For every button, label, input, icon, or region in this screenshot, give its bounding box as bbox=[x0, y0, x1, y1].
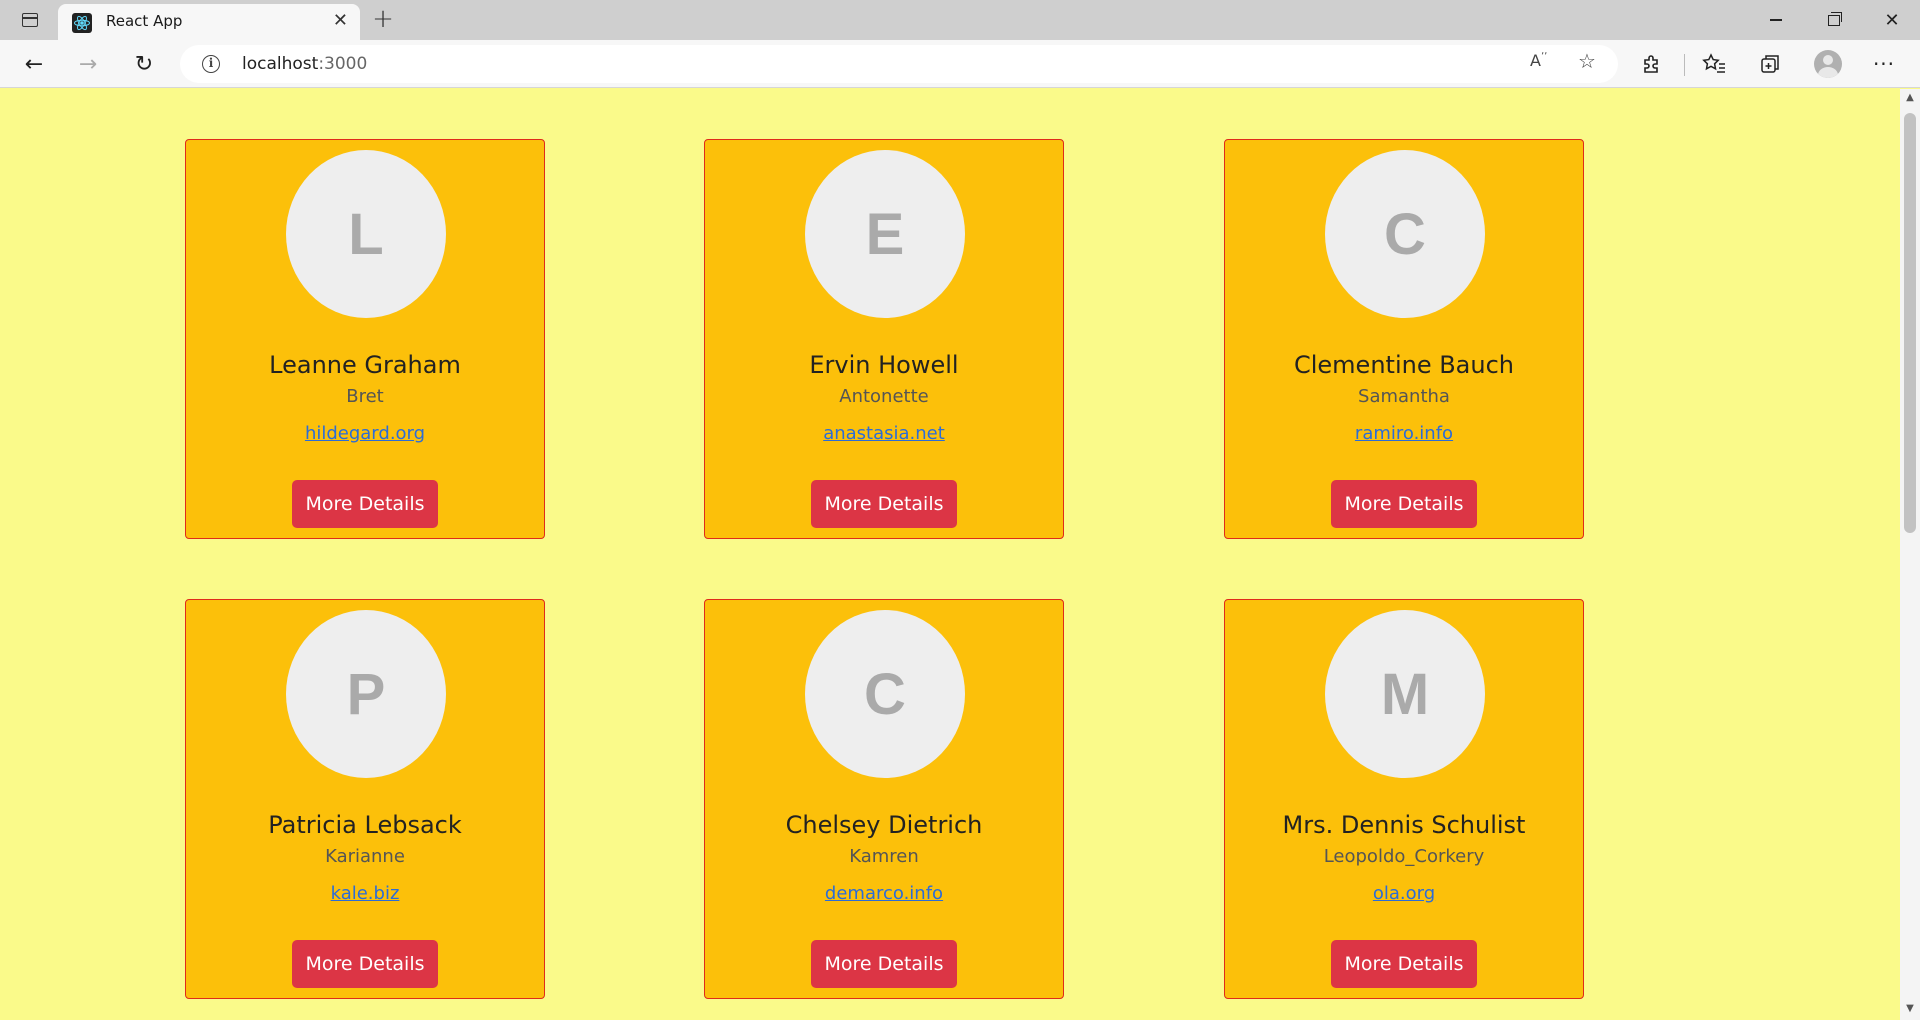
add-favorite-icon[interactable]: ☆ bbox=[1578, 49, 1596, 73]
extensions-icon[interactable] bbox=[1634, 46, 1670, 82]
avatar-initial: L bbox=[348, 201, 384, 267]
avatar-initial: C bbox=[864, 661, 906, 727]
avatar: E bbox=[805, 150, 965, 318]
user-card: E Ervin Howell Antonette anastasia.net M… bbox=[704, 139, 1064, 539]
tab-close-icon[interactable]: ✕ bbox=[333, 10, 348, 31]
user-username: Leopoldo_Corkery bbox=[1323, 846, 1485, 867]
vertical-scrollbar[interactable]: ▲ ▼ bbox=[1900, 89, 1920, 1020]
user-website-link[interactable]: hildegard.org bbox=[186, 423, 544, 444]
avatar: C bbox=[805, 610, 965, 778]
user-card: M Mrs. Dennis Schulist Leopoldo_Corkery … bbox=[1224, 599, 1584, 999]
browser-tab[interactable]: React App ✕ bbox=[58, 4, 360, 40]
user-card: C Clementine Bauch Samantha ramiro.info … bbox=[1224, 139, 1584, 539]
more-details-button[interactable]: More Details bbox=[811, 940, 957, 988]
collections-icon[interactable] bbox=[1752, 46, 1788, 82]
user-name: Mrs. Dennis Schulist bbox=[1282, 811, 1526, 839]
more-details-button[interactable]: More Details bbox=[811, 480, 957, 528]
url-port: :3000 bbox=[318, 54, 368, 74]
user-website-link[interactable]: ramiro.info bbox=[1225, 423, 1583, 444]
profile-icon[interactable] bbox=[1810, 46, 1846, 82]
tab-actions-icon[interactable] bbox=[14, 8, 46, 32]
user-website-link[interactable]: anastasia.net bbox=[705, 423, 1063, 444]
page-content: L Leanne Graham Bret hildegard.org More … bbox=[0, 89, 1900, 1020]
user-name: Chelsey Dietrich bbox=[785, 811, 983, 839]
minimize-button[interactable] bbox=[1748, 0, 1804, 40]
user-card: C Chelsey Dietrich Kamren demarco.info M… bbox=[704, 599, 1064, 999]
user-username: Kamren bbox=[849, 846, 919, 867]
user-website-link[interactable]: kale.biz bbox=[186, 883, 544, 904]
avatar: P bbox=[286, 610, 446, 778]
user-name: Patricia Lebsack bbox=[268, 811, 462, 839]
user-card: L Leanne Graham Bret hildegard.org More … bbox=[185, 139, 545, 539]
scroll-down-arrow-icon[interactable]: ▼ bbox=[1904, 1003, 1916, 1015]
user-username: Karianne bbox=[325, 846, 405, 867]
react-logo-icon bbox=[72, 13, 92, 33]
read-aloud-icon[interactable]: Aʼʼ bbox=[1530, 51, 1547, 70]
browser-toolbar: ← → ↻ i localhost:3000 Aʼʼ ☆ ··· bbox=[0, 40, 1920, 88]
tab-title: React App bbox=[106, 12, 183, 30]
close-window-button[interactable]: ✕ bbox=[1864, 0, 1920, 40]
more-details-button[interactable]: More Details bbox=[1331, 940, 1477, 988]
user-name: Leanne Graham bbox=[269, 351, 461, 379]
user-website-link[interactable]: ola.org bbox=[1225, 883, 1583, 904]
avatar: L bbox=[286, 150, 446, 318]
browser-titlebar: React App ✕ + ✕ bbox=[0, 0, 1920, 40]
url-host: localhost bbox=[242, 54, 319, 74]
restore-button[interactable] bbox=[1806, 0, 1862, 40]
back-arrow-icon[interactable]: ← bbox=[16, 46, 52, 82]
user-username: Bret bbox=[346, 386, 384, 407]
avatar-initial: E bbox=[865, 201, 905, 267]
site-info-icon[interactable]: i bbox=[202, 55, 220, 73]
user-website-link[interactable]: demarco.info bbox=[705, 883, 1063, 904]
scrollbar-thumb[interactable] bbox=[1904, 113, 1916, 533]
more-details-button[interactable]: More Details bbox=[1331, 480, 1477, 528]
avatar: M bbox=[1325, 610, 1485, 778]
forward-arrow-icon[interactable]: → bbox=[70, 46, 106, 82]
new-tab-button[interactable]: + bbox=[368, 3, 398, 35]
user-name: Clementine Bauch bbox=[1293, 351, 1515, 379]
user-username: Samantha bbox=[1358, 386, 1450, 407]
reload-icon[interactable]: ↻ bbox=[126, 46, 162, 82]
more-options-icon[interactable]: ··· bbox=[1866, 46, 1902, 82]
more-details-button[interactable]: More Details bbox=[292, 940, 438, 988]
avatar: C bbox=[1325, 150, 1485, 318]
avatar-initial: P bbox=[346, 661, 386, 727]
user-name: Ervin Howell bbox=[809, 351, 959, 379]
user-username: Antonette bbox=[839, 386, 929, 407]
user-card: P Patricia Lebsack Karianne kale.biz Mor… bbox=[185, 599, 545, 999]
address-bar[interactable]: i localhost:3000 Aʼʼ ☆ bbox=[180, 45, 1618, 83]
favorites-icon[interactable] bbox=[1696, 46, 1732, 82]
more-details-button[interactable]: More Details bbox=[292, 480, 438, 528]
url-text[interactable]: localhost:3000 bbox=[242, 54, 367, 74]
avatar-initial: M bbox=[1380, 661, 1430, 727]
avatar-initial: C bbox=[1384, 201, 1426, 267]
scroll-up-arrow-icon[interactable]: ▲ bbox=[1904, 92, 1916, 104]
toolbar-divider bbox=[1684, 54, 1685, 76]
